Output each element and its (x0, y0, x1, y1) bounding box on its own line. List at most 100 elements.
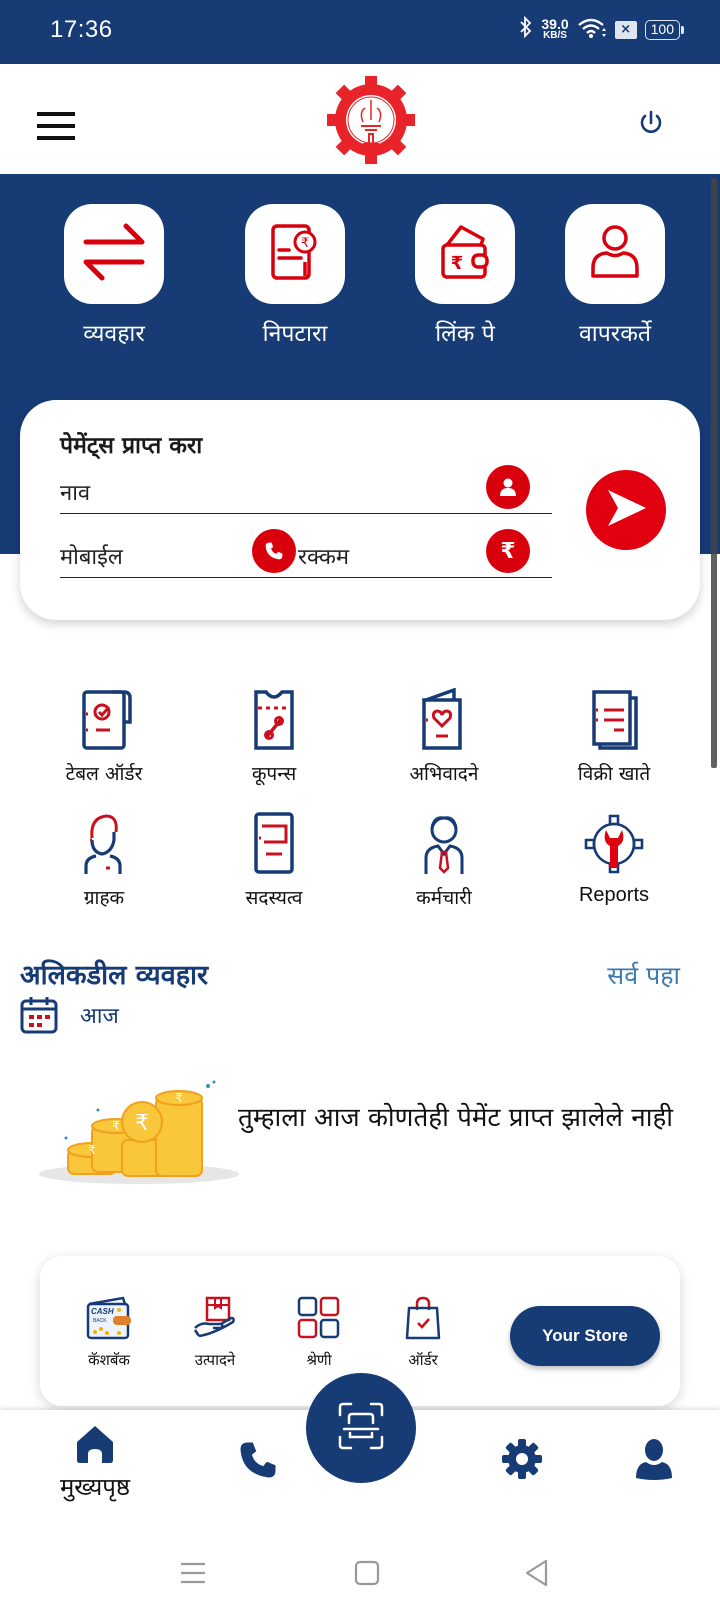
categories-icon (295, 1296, 343, 1342)
status-icons: 39.0 KB/S × 100 (519, 15, 685, 43)
store-item-cashback[interactable]: CASH BACK कॅशबॅक (64, 1296, 154, 1370)
svg-text:₹: ₹ (175, 1091, 183, 1105)
transfer-arrows-icon (82, 222, 146, 286)
cashback-wallet-icon: CASH BACK (85, 1296, 133, 1342)
nav-profile[interactable] (634, 1438, 674, 1484)
svg-text:₹: ₹ (112, 1119, 120, 1133)
coupon-icon (242, 688, 306, 752)
quick-action-settlement[interactable]: ₹ निपटारा (245, 204, 345, 348)
feature-label: कर्मचारी (416, 887, 472, 909)
user-icon (587, 222, 643, 286)
nav-phone[interactable] (236, 1438, 280, 1486)
send-payment-request-button[interactable] (586, 470, 666, 550)
feature-employees[interactable]: कर्मचारी (364, 812, 524, 910)
store-item-label: कॅशबॅक (88, 1351, 130, 1369)
settings-icon (501, 1439, 543, 1484)
svg-text:₹: ₹ (301, 236, 309, 251)
status-bar: 17:36 39.0 KB/S × 100 (0, 0, 720, 64)
feature-label: अभिवादने (409, 763, 479, 785)
your-store-button[interactable]: Your Store (510, 1306, 660, 1366)
svg-text:₹: ₹ (88, 1143, 96, 1157)
system-navigation-bar (0, 1530, 720, 1612)
store-item-orders[interactable]: ऑर्डर (378, 1296, 468, 1370)
sim-icon: × (614, 20, 637, 39)
feature-label: विक्री खाते (577, 763, 651, 785)
feature-label: टेबल ऑर्डर (65, 763, 143, 785)
qr-scan-button[interactable] (306, 1373, 416, 1483)
mobile-placeholder: मोबाईल (60, 545, 123, 570)
qr-scan-icon (336, 1401, 386, 1455)
network-speed: 39.0 KB/S (541, 15, 569, 41)
app-header (0, 64, 720, 174)
back-icon[interactable] (522, 1558, 552, 1588)
table-order-icon (72, 688, 136, 752)
quick-action-transactions[interactable]: व्यवहार (64, 204, 164, 348)
feature-label: Reports (578, 884, 650, 906)
store-item-label: उत्पादने (194, 1351, 236, 1369)
feature-sales-ledger[interactable]: विक्री खाते (534, 688, 694, 786)
clock: 17:36 (50, 16, 113, 43)
feature-table-order[interactable]: टेबल ऑर्डर (24, 688, 184, 786)
greeting-card-icon (412, 687, 476, 752)
empty-state-message: तुम्हाला आज कोणतेही पेमेंट प्राप्त झालेल… (238, 1103, 674, 1133)
home-system-icon[interactable] (352, 1558, 382, 1588)
period-label: आज (80, 1004, 119, 1029)
recent-apps-icon[interactable] (178, 1558, 208, 1588)
hamburger-menu-icon[interactable] (37, 112, 75, 140)
feature-greetings[interactable]: अभिवादने (364, 687, 524, 786)
feature-coupons[interactable]: कूपन्स (194, 688, 354, 786)
svg-text:₹: ₹ (451, 253, 464, 274)
scrollbar[interactable] (711, 178, 717, 768)
recent-transactions-title: अलिकडील व्यवहार (20, 960, 209, 991)
feature-customers[interactable]: ग्राहक (24, 812, 184, 910)
nav-home[interactable]: मुख्यपृष्ठ (50, 1424, 140, 1503)
wallet-icon: ₹ (437, 223, 493, 285)
customer-icon (72, 812, 136, 876)
store-item-label: श्रेणी (306, 1351, 332, 1369)
calendar-icon[interactable] (20, 996, 58, 1034)
name-field[interactable]: नाव (60, 462, 552, 514)
quick-action-label: वापरकर्ते (579, 321, 651, 347)
receive-payment-card: पेमेंट्स प्राप्त करा नाव मोबाईल रक्कम ₹ (20, 400, 700, 620)
rupee-icon[interactable]: ₹ (486, 529, 530, 573)
feature-label: सदस्यत्व (245, 887, 303, 909)
home-icon (74, 1426, 116, 1468)
emblem-logo (327, 76, 415, 164)
svg-text:BACK: BACK (93, 1318, 107, 1324)
feature-reports[interactable]: Reports (534, 812, 694, 907)
contact-person-icon[interactable] (486, 465, 530, 509)
feature-label: ग्राहक (83, 887, 125, 909)
store-item-label: ऑर्डर (408, 1351, 438, 1369)
store-item-products[interactable]: उत्पादने (170, 1296, 260, 1370)
quick-action-link-pay[interactable]: ₹ लिंक पे (415, 204, 515, 348)
bluetooth-icon (519, 15, 533, 43)
quick-action-label: लिंक पे (435, 321, 495, 347)
nav-home-label: मुख्यपृष्ठ (59, 1473, 131, 1501)
phone-icon (237, 1442, 279, 1486)
profile-icon (636, 1439, 672, 1484)
store-item-categories[interactable]: श्रेणी (274, 1296, 364, 1370)
order-bag-icon (399, 1296, 447, 1342)
coins-illustration: ₹ ₹ ₹ ₹ (36, 1078, 242, 1186)
mobile-field[interactable]: मोबाईल (60, 526, 296, 578)
membership-icon (242, 812, 306, 876)
see-all-link[interactable]: सर्व पहा (607, 958, 680, 992)
power-icon[interactable] (638, 110, 664, 136)
nav-settings[interactable] (500, 1438, 544, 1484)
amount-field[interactable]: रक्कम ₹ (296, 526, 552, 578)
amount-placeholder: रक्कम (298, 545, 350, 570)
svg-text:₹: ₹ (135, 1111, 149, 1136)
quick-action-users[interactable]: वापरकर्ते (565, 204, 665, 348)
feature-membership[interactable]: सदस्यत्व (194, 812, 354, 910)
quick-action-label: निपटारा (262, 321, 328, 347)
phone-icon[interactable] (252, 529, 296, 573)
employee-icon (412, 812, 476, 876)
sales-ledger-icon (582, 688, 646, 752)
card-title: पेमेंट्स प्राप्त करा (60, 433, 203, 459)
name-placeholder: नाव (60, 481, 91, 506)
battery-indicator: 100 (644, 19, 685, 40)
svg-text:CASH: CASH (91, 1307, 114, 1316)
reports-gear-icon (582, 812, 646, 876)
products-icon (191, 1296, 239, 1342)
wifi-icon (577, 17, 607, 43)
